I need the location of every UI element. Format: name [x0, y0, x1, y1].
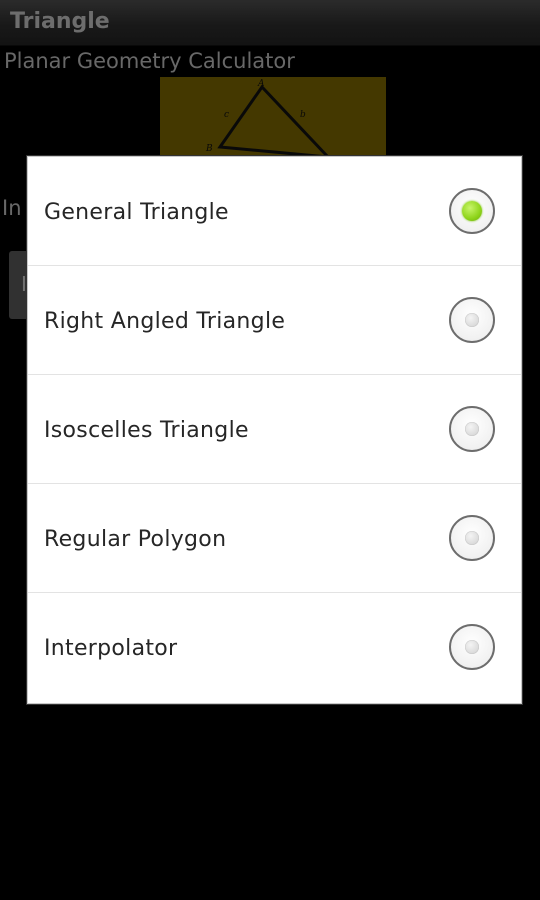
screen: Triangle Planar Geometry Calculator A B …: [0, 0, 540, 900]
option-label: Right Angled Triangle: [44, 309, 286, 334]
radio-dot: [465, 640, 479, 654]
option-isoscelles-triangle[interactable]: Isoscelles Triangle: [28, 375, 521, 484]
radio-button[interactable]: [449, 297, 495, 343]
radio-button[interactable]: [449, 515, 495, 561]
option-general-triangle[interactable]: General Triangle: [28, 157, 521, 266]
option-regular-polygon[interactable]: Regular Polygon: [28, 484, 521, 593]
radio-button[interactable]: [449, 624, 495, 670]
option-label: Interpolator: [44, 636, 178, 661]
radio-dot: [465, 313, 479, 327]
radio-dot: [465, 531, 479, 545]
option-label: General Triangle: [44, 200, 229, 225]
option-right-angled-triangle[interactable]: Right Angled Triangle: [28, 266, 521, 375]
radio-dot: [462, 201, 482, 221]
radio-button-checked[interactable]: [449, 188, 495, 234]
option-interpolator[interactable]: Interpolator: [28, 593, 521, 702]
calculator-type-dialog: General Triangle Right Angled Triangle I…: [27, 156, 522, 704]
radio-dot: [465, 422, 479, 436]
radio-button[interactable]: [449, 406, 495, 452]
option-label: Isoscelles Triangle: [44, 418, 249, 443]
option-label: Regular Polygon: [44, 527, 227, 552]
